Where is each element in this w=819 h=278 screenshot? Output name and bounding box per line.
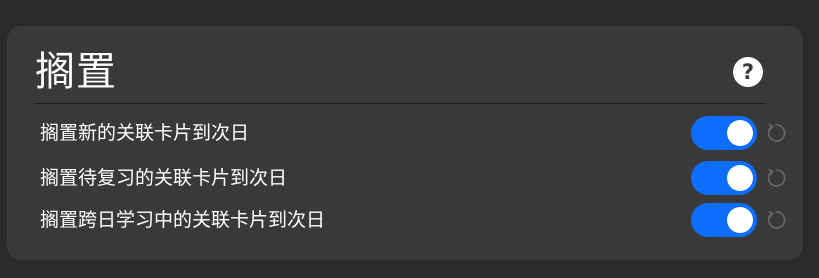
setting-label: 搁置跨日学习中的关联卡片到次日 <box>40 209 326 231</box>
section-title: 搁置 <box>35 49 117 95</box>
svg-text:?: ? <box>742 60 754 84</box>
reset-icon[interactable] <box>765 122 787 144</box>
bury-interday-toggle[interactable] <box>691 203 757 237</box>
setting-row-bury-interday: 搁置跨日学习中的关联卡片到次日 <box>40 202 790 238</box>
bury-review-toggle[interactable] <box>691 161 757 195</box>
toggle-knob <box>727 120 753 146</box>
setting-label: 搁置待复习的关联卡片到次日 <box>40 167 288 189</box>
setting-row-bury-review: 搁置待复习的关联卡片到次日 <box>40 160 790 196</box>
bury-new-toggle[interactable] <box>691 116 757 150</box>
settings-panel: 搁置 ? 搁置新的关联卡片到次日 搁置待复习的关联卡片到次日 搁置跨日学习中的关… <box>7 26 803 260</box>
section-header: 搁置 ? <box>35 46 765 104</box>
toggle-knob <box>727 207 753 233</box>
toggle-knob <box>727 165 753 191</box>
setting-row-bury-new: 搁置新的关联卡片到次日 <box>40 115 790 151</box>
reset-icon[interactable] <box>765 167 787 189</box>
question-circle-icon[interactable]: ? <box>732 56 764 88</box>
reset-icon[interactable] <box>765 209 787 231</box>
setting-label: 搁置新的关联卡片到次日 <box>40 122 250 144</box>
